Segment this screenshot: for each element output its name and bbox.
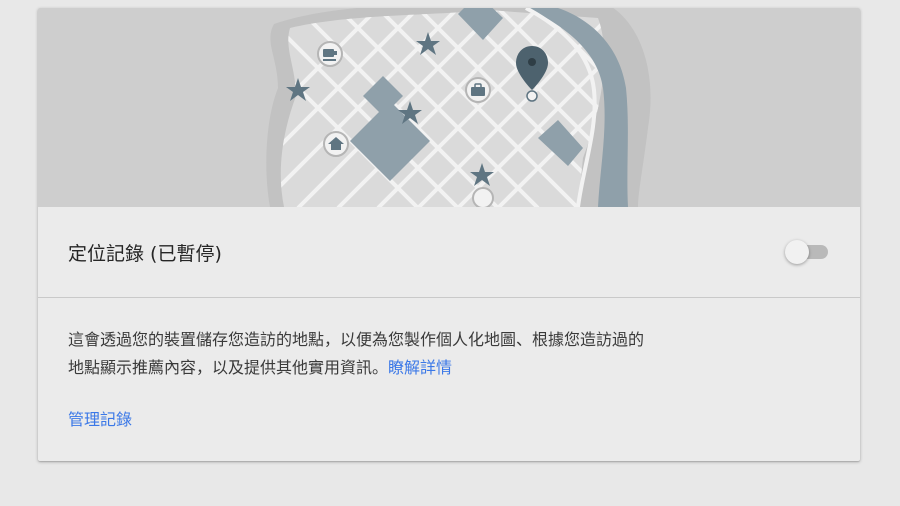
map-illustration bbox=[38, 8, 860, 207]
toggle-thumb bbox=[785, 240, 809, 264]
learn-more-link[interactable]: 瞭解詳情 bbox=[388, 358, 452, 377]
location-history-card: 定位記錄 (已暫停) 這會透過您的裝置儲存您造訪的地點，以便為您製作個人化地圖、… bbox=[38, 8, 860, 461]
location-history-setting-row: 定位記錄 (已暫停) bbox=[38, 207, 860, 298]
home-icon bbox=[323, 131, 349, 157]
manage-history-link[interactable]: 管理記錄 bbox=[68, 406, 132, 434]
setting-title: 定位記錄 (已暫停) bbox=[68, 243, 222, 265]
map-poi-circle bbox=[472, 187, 494, 207]
description-line-2: 地點顯示推薦內容，以及提供其他實用資訊。瞭解詳情 bbox=[68, 354, 788, 382]
location-history-toggle[interactable] bbox=[784, 239, 832, 265]
description-line-1: 這會透過您的裝置儲存您造訪的地點，以便為您製作個人化地圖、根據您造訪過的 bbox=[68, 330, 645, 349]
map-svg bbox=[266, 8, 651, 207]
coffee-icon bbox=[317, 41, 343, 67]
description-line-2-text: 地點顯示推薦內容，以及提供其他實用資訊。 bbox=[68, 358, 389, 377]
setting-description: 這會透過您的裝置儲存您造訪的地點，以便為您製作個人化地圖、根據您造訪過的 地點顯… bbox=[68, 326, 788, 382]
briefcase-icon bbox=[465, 77, 491, 103]
